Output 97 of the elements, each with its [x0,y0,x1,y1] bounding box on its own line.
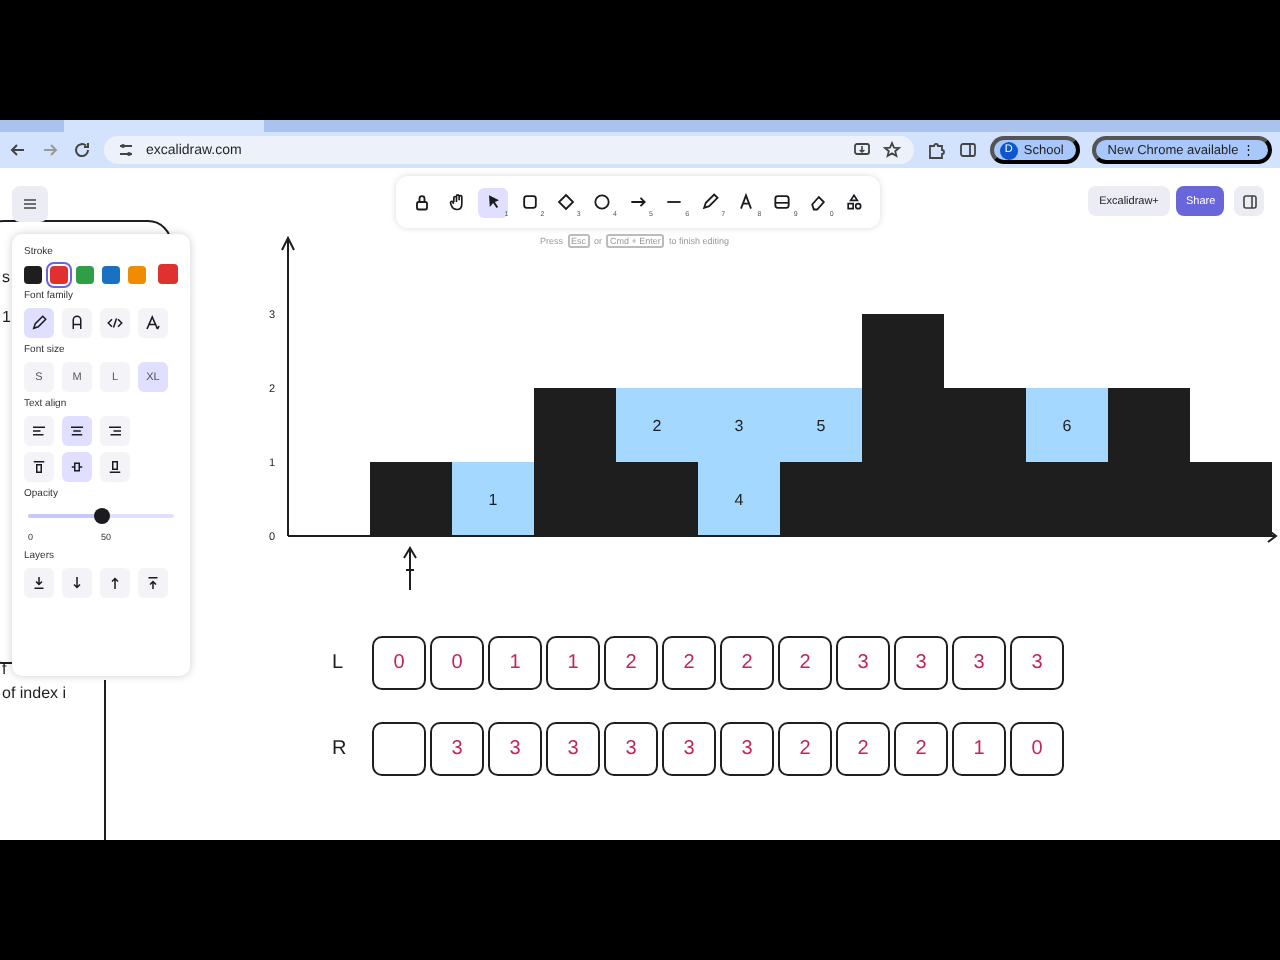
water-bar [1026,388,1108,462]
color-swatch[interactable] [128,265,146,283]
array-cell: 2 [778,722,832,776]
array-cell: 0 [1010,722,1064,776]
layer-order-button[interactable] [62,568,92,598]
menu-icon [22,196,38,212]
color-swatch[interactable] [102,265,120,283]
diamond-icon [555,192,576,212]
align-top-icon [30,458,48,476]
array-cell [372,722,426,776]
arrow-icon [627,192,648,212]
more-font-icon [144,314,162,332]
eraser-icon [808,192,829,212]
install-icon[interactable] [851,140,872,160]
lock-icon [411,192,431,212]
reload-icon[interactable] [72,140,92,160]
normal-font-icon [68,314,86,332]
array-cell: 2 [720,636,774,690]
text-align-button[interactable] [24,416,54,446]
back-icon[interactable] [8,140,28,160]
sidebar-toggle-button[interactable] [1234,186,1264,216]
array-cell: 1 [546,636,600,690]
cursor-icon [483,192,504,212]
array-cell: 3 [836,636,890,690]
align-left-icon [30,422,48,440]
pencil-icon [700,192,721,212]
array-cell: 3 [546,722,600,776]
array-cell: 3 [430,722,484,776]
sketch-text: of index i [2,684,67,702]
water-label: 4 [734,491,744,509]
array-cell: 3 [604,722,658,776]
sketch-text: 1 [2,308,11,326]
elevation-bar [370,462,452,536]
array-cell: 2 [894,722,948,776]
water-label: 5 [816,417,826,435]
layer-order-button[interactable] [24,568,54,598]
array-cell: 3 [1010,636,1064,690]
align-right-icon [106,422,124,440]
array-cell: 0 [372,636,426,690]
side-panel-icon[interactable] [957,140,978,160]
menu-button[interactable] [12,186,48,222]
array-cell: 3 [894,636,948,690]
text-align-button[interactable] [100,416,130,446]
sketch-text: s [2,268,10,286]
text-icon [736,192,757,212]
current-color-swatch[interactable] [158,264,178,284]
site-info-icon[interactable] [116,140,136,160]
array-cell: 1 [952,722,1006,776]
slider-thumb[interactable] [93,508,109,524]
array-cell: 2 [836,722,890,776]
array-cell: 2 [604,636,658,690]
vertical-align-button[interactable] [24,452,54,482]
vertical-align-button[interactable] [100,452,130,482]
color-swatch[interactable] [24,265,42,283]
text-align-button[interactable] [62,416,92,446]
water-label: 2 [652,417,662,435]
forward-icon [106,574,124,592]
layer-order-button[interactable] [138,568,168,598]
handdrawn-font-icon [30,314,48,332]
image-icon [772,192,793,212]
sidebar-icon [1241,193,1257,209]
align-center-icon [68,422,86,440]
array-cell: 0 [430,636,484,690]
array-label: R [332,738,349,760]
to-back-icon [30,574,48,592]
font-family-button[interactable] [62,308,92,338]
font-family-button[interactable] [24,308,54,338]
code-font-icon [106,314,124,332]
water-bar [452,462,534,536]
extensions-icon[interactable] [925,140,946,160]
color-swatch[interactable] [76,265,94,283]
water-label: 1 [488,491,498,509]
star-icon[interactable] [881,140,902,160]
vertical-align-button[interactable] [62,452,92,482]
color-swatch[interactable] [50,265,68,283]
to-front-icon [144,574,162,592]
backward-icon [68,574,86,592]
shapes-icon [844,192,865,212]
water-label: 3 [734,417,744,435]
array-cell: 2 [778,636,832,690]
water-label: 6 [1062,417,1072,435]
array-cell: 3 [720,722,774,776]
array-label: L [332,652,346,674]
align-middle-icon [68,458,86,476]
font-family-button[interactable] [138,308,168,338]
pointer-arrow-icon [400,544,420,592]
rectangle-icon [519,192,540,212]
layer-order-button[interactable] [100,568,130,598]
array-cell: 1 [488,636,542,690]
array-cell: 3 [662,722,716,776]
align-bottom-icon [106,458,124,476]
array-cell: 3 [488,722,542,776]
font-family-button[interactable] [100,308,130,338]
array-cell: 2 [662,636,716,690]
array-cell: 3 [952,636,1006,690]
hand-icon [447,192,468,212]
ellipse-icon [591,192,612,212]
